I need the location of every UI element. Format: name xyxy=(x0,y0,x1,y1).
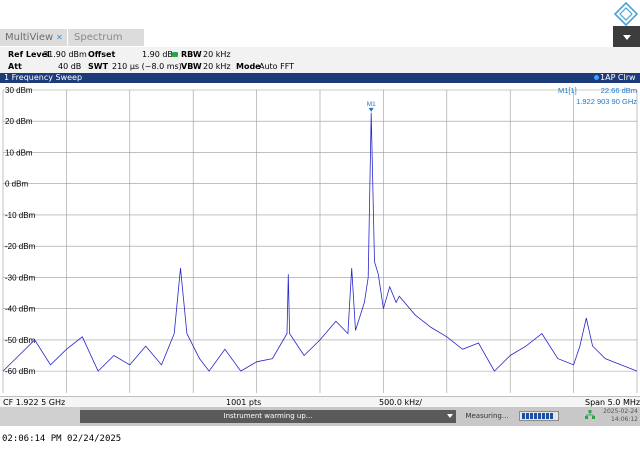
marker-m1-icon[interactable] xyxy=(368,107,374,112)
capture-timestamp: 02:06:14 PM 02/24/2025 xyxy=(2,434,122,444)
progress-segment xyxy=(550,413,553,419)
marker-m1-label: M1 xyxy=(367,101,376,108)
measuring-status: Measuring... xyxy=(465,412,509,420)
att-value: 40 dB xyxy=(58,62,82,71)
x-axis-info: CF 1.922 5 GHz 1001 pts 500.0 kHz/ Span … xyxy=(0,396,640,407)
swt-label: SWT xyxy=(88,62,109,71)
measurement-progress-bar xyxy=(519,411,559,421)
progress-segment xyxy=(534,413,537,419)
vbw-label: VBW xyxy=(181,62,202,71)
y-tick-label: -60 dBm xyxy=(5,367,36,376)
vbw-value: 20 kHz xyxy=(203,62,231,71)
swt-value: 210 µs (~8.0 ms) xyxy=(112,62,182,71)
att-label: Att xyxy=(8,62,22,71)
progress-segment xyxy=(542,413,545,419)
menu-dropdown-button[interactable] xyxy=(613,26,640,48)
y-tick-label: -10 dBm xyxy=(5,211,36,220)
top-bar: MultiView ✕ Spectrum xyxy=(0,0,640,48)
spectrum-plot[interactable]: 30 dBm 20 dBm 10 dBm 0 dBm -10 dBm -20 dBm -30… xyxy=(0,83,640,396)
progress-segment xyxy=(546,413,549,419)
mode-value: Auto FFT xyxy=(259,62,295,71)
offset-label: Offset xyxy=(88,50,116,59)
status-bar: Instrument warming up... Measuring... 20… xyxy=(0,407,640,426)
rohde-schwarz-logo-icon xyxy=(613,2,639,26)
offset-value: 1.90 dB xyxy=(142,50,173,59)
chevron-down-icon xyxy=(623,35,631,40)
trace-label: 1AP Clrw xyxy=(600,73,636,82)
status-left-panel xyxy=(0,407,80,426)
spectrum-chart[interactable]: 30 dBm 20 dBm 10 dBm 0 dBm -10 dBm -20 dBm -30… xyxy=(0,83,640,396)
rbw-label: RBW xyxy=(181,50,202,59)
trace-dot-icon xyxy=(594,75,599,80)
y-tick-label: 10 dBm xyxy=(5,148,33,157)
progress-segment xyxy=(522,413,525,419)
tab-multiview-label: MultiView xyxy=(5,32,54,43)
y-tick-label: 20 dBm xyxy=(5,117,33,126)
progress-segment xyxy=(538,413,541,419)
ref-level-value: 31.90 dBm xyxy=(43,50,87,59)
y-tick-label: -20 dBm xyxy=(5,242,36,251)
chevron-down-icon xyxy=(447,414,453,418)
parameter-panel: Ref Level 31.90 dBm Offset 1.90 dB RBW 2… xyxy=(0,47,640,73)
marker-readout-level: 22.66 dBm xyxy=(601,86,637,95)
status-time: 14:06:12 xyxy=(611,416,638,423)
warming-text: Instrument warming up... xyxy=(223,412,313,420)
y-tick-label: -40 dBm xyxy=(5,305,36,314)
mode-label: Mode xyxy=(236,62,261,71)
tab-spectrum-label: Spectrum xyxy=(74,32,123,43)
sweep-title: 1 Frequency Sweep xyxy=(4,73,83,82)
tab-close-icon[interactable]: ✕ xyxy=(56,29,63,46)
rbw-value: 20 kHz xyxy=(203,50,231,59)
trace-indicator: 1AP Clrw xyxy=(594,73,636,83)
progress-segment xyxy=(530,413,533,419)
marker-readout-label: M1[1] xyxy=(558,86,577,95)
status-datetime: 2025-02-24 14:06:12 xyxy=(581,408,638,424)
marker-readout-frequency: 1.922 903 90 GHz xyxy=(576,97,637,106)
warming-message[interactable]: Instrument warming up... xyxy=(80,410,456,423)
progress-segment xyxy=(526,413,529,419)
y-tick-label: -30 dBm xyxy=(5,273,36,282)
tab-spectrum[interactable]: ✕ Spectrum xyxy=(56,29,144,46)
rbw-coupled-indicator-icon xyxy=(172,52,178,57)
y-tick-label: 0 dBm xyxy=(5,180,28,189)
y-tick-label: 30 dBm xyxy=(5,86,33,95)
frequency-sweep-header: 1 Frequency Sweep 1AP Clrw xyxy=(0,73,640,83)
status-date: 2025-02-24 xyxy=(603,408,638,415)
